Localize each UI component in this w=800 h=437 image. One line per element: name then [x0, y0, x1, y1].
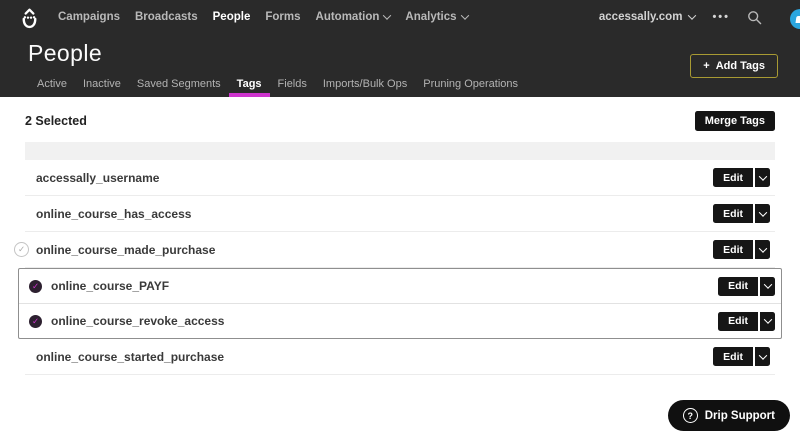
add-tags-button[interactable]: + Add Tags: [690, 54, 778, 78]
tag-name: online_course_made_purchase: [36, 242, 216, 257]
nav-item-automation[interactable]: Automation: [315, 11, 392, 23]
drip-logo-icon[interactable]: [18, 7, 41, 30]
nav-item-analytics[interactable]: Analytics: [405, 11, 469, 23]
nav-item-label: People: [212, 11, 251, 23]
tab-bar: Active Inactive Saved Segments Tags Fields Im…: [29, 72, 526, 97]
tab-pruning-operations[interactable]: Pruning Operations: [415, 72, 526, 97]
nav-item-broadcasts[interactable]: Broadcasts: [135, 11, 198, 23]
chevron-down-icon: [758, 207, 767, 217]
tags-content: 2 Selected Merge Tags accessally_usernam…: [0, 111, 800, 375]
selection-toolbar: 2 Selected Merge Tags: [25, 111, 775, 131]
nav-item-campaigns[interactable]: Campaigns: [58, 11, 120, 23]
edit-button[interactable]: Edit: [713, 168, 753, 187]
primary-nav: Campaigns Broadcasts People Forms Automation…: [58, 11, 469, 23]
tag-name: online_course_revoke_access: [51, 314, 225, 328]
edit-button[interactable]: Edit: [713, 204, 753, 223]
edit-dropdown-button[interactable]: [760, 276, 775, 296]
selected-count: 2 Selected: [25, 114, 87, 128]
edit-button-group: Edit: [718, 311, 775, 331]
table-row: accessally_username Edit: [25, 160, 775, 196]
search-icon[interactable]: [747, 10, 762, 25]
nav-right-cluster: accessally.com •••: [599, 10, 786, 25]
nav-item-label: Analytics: [405, 11, 457, 23]
edit-button[interactable]: Edit: [718, 311, 758, 331]
merge-tags-button[interactable]: Merge Tags: [694, 111, 775, 131]
tag-name: online_course_started_purchase: [36, 349, 225, 364]
chevron-down-icon: [758, 243, 767, 253]
drip-support-button[interactable]: ? Drip Support: [667, 400, 790, 431]
edit-button[interactable]: Edit: [713, 240, 753, 259]
plus-icon: +: [703, 60, 710, 72]
table-row: online_course_started_purchase Edit: [25, 339, 775, 375]
tab-fields[interactable]: Fields: [270, 72, 315, 97]
tag-list: accessally_username Edit online_course_has…: [14, 160, 782, 375]
add-tags-label: Add Tags: [715, 60, 765, 72]
edit-dropdown-button[interactable]: [755, 168, 770, 187]
nav-item-label: Broadcasts: [135, 11, 198, 23]
tab-tags[interactable]: Tags: [228, 72, 270, 97]
account-label: accessally.com: [598, 11, 683, 23]
check-circle-icon[interactable]: ✓: [29, 314, 42, 328]
tag-name: online_course_has_access: [36, 206, 192, 221]
edit-dropdown-button[interactable]: [755, 240, 770, 259]
nav-item-label: Automation: [315, 11, 380, 23]
tab-inactive[interactable]: Inactive: [75, 72, 129, 97]
chevron-down-icon: [688, 11, 697, 20]
tag-name: accessally_username: [36, 170, 160, 185]
notifications-bubble-icon[interactable]: [790, 9, 800, 29]
edit-dropdown-button[interactable]: [760, 311, 775, 331]
page-title: People: [28, 40, 103, 66]
edit-button[interactable]: Edit: [713, 347, 753, 366]
edit-button-group: Edit: [713, 168, 770, 187]
tab-saved-segments[interactable]: Saved Segments: [129, 72, 229, 97]
nav-item-label: Campaigns: [58, 11, 120, 23]
chevron-down-icon: [460, 11, 469, 20]
nav-item-people[interactable]: People: [213, 11, 251, 23]
edit-dropdown-button[interactable]: [755, 204, 770, 223]
edit-button-group: Edit: [713, 347, 770, 366]
edit-dropdown-button[interactable]: [755, 347, 770, 366]
tab-active[interactable]: Active: [29, 72, 75, 97]
top-header: Campaigns Broadcasts People Forms Automation…: [0, 0, 800, 97]
check-circle-icon[interactable]: ✓: [14, 242, 29, 257]
edit-button[interactable]: Edit: [718, 276, 758, 296]
question-mark-icon: ?: [682, 408, 698, 423]
primary-nav-row: Campaigns Broadcasts People Forms Automation…: [0, 0, 800, 34]
table-row: ✓ online_course_PAYF Edit: [19, 269, 781, 303]
nav-item-label: Forms: [265, 11, 301, 23]
tab-imports-bulk-ops[interactable]: Imports/Bulk Ops: [315, 72, 415, 97]
table-row: ✓ online_course_made_purchase Edit: [14, 232, 775, 268]
support-label: Drip Support: [704, 409, 775, 422]
chevron-down-icon: [763, 280, 772, 289]
table-row: ✓ online_course_revoke_access Edit: [19, 303, 781, 338]
edit-button-group: Edit: [718, 276, 775, 296]
edit-button-group: Edit: [713, 204, 770, 223]
nav-item-forms[interactable]: Forms: [265, 11, 300, 23]
selected-rows-box: ✓ online_course_PAYF Edit ✓ online_course_re…: [18, 268, 782, 339]
chevron-down-icon: [758, 171, 767, 181]
account-menu[interactable]: accessally.com: [598, 11, 697, 23]
table-row: online_course_has_access Edit: [25, 196, 775, 232]
more-menu-icon[interactable]: •••: [712, 11, 730, 23]
tag-name: online_course_PAYF: [51, 279, 170, 293]
chevron-down-icon: [383, 11, 392, 20]
table-header-bar: [25, 142, 775, 160]
check-circle-icon[interactable]: ✓: [29, 279, 42, 293]
megaphone-icon: [795, 15, 800, 23]
edit-button-group: Edit: [713, 240, 770, 259]
chevron-down-icon: [758, 350, 767, 360]
app-root: Campaigns Broadcasts People Forms Automation…: [0, 0, 800, 431]
chevron-down-icon: [763, 315, 772, 324]
